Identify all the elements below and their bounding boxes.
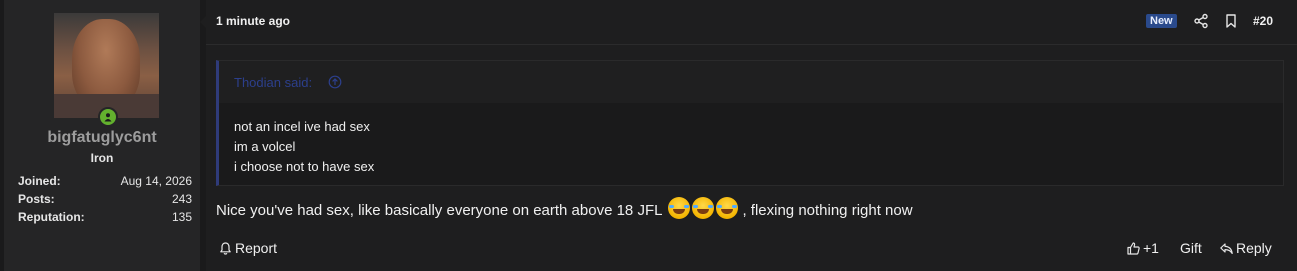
gift-label: Gift — [1180, 240, 1202, 256]
thumbs-up-icon — [1127, 241, 1140, 255]
report-label: Report — [235, 240, 278, 256]
like-button[interactable]: +1 — [1126, 240, 1159, 256]
avatar[interactable] — [54, 13, 159, 118]
emoji-group — [668, 197, 740, 219]
reply-icon — [1220, 242, 1233, 254]
quote-line: not an incel ive had sex — [234, 119, 370, 134]
rofl-emoji-icon — [716, 197, 739, 219]
quote-header: Thodian said: — [219, 61, 1283, 103]
stat-reputation: Reputation: 135 — [18, 208, 192, 226]
stat-posts: Posts: 243 — [18, 190, 192, 208]
reply-label: Reply — [1236, 240, 1272, 256]
stat-value: Aug 14, 2026 — [120, 174, 192, 188]
user-sidebar: bigfatuglyc6nt Iron Joined: Aug 14, 2026… — [4, 0, 200, 271]
like-count: +1 — [1143, 240, 1159, 256]
gift-button[interactable]: Gift — [1180, 240, 1202, 256]
stat-label: Joined: — [18, 174, 61, 188]
message-text: Nice you've had sex, like basically ever… — [216, 201, 663, 219]
post-time[interactable]: 1 minute ago — [216, 14, 290, 28]
share-icon[interactable] — [1193, 13, 1209, 29]
post-header: 1 minute ago New #20 — [206, 0, 1297, 45]
stat-value: 135 — [171, 210, 192, 224]
post-main: 1 minute ago New #20 Thodian said: not a… — [206, 0, 1297, 271]
bell-icon — [220, 241, 231, 255]
bookmark-icon[interactable] — [1223, 13, 1239, 29]
stat-label: Posts: — [18, 192, 55, 206]
rofl-emoji-icon — [668, 197, 691, 219]
stat-label: Reputation: — [18, 210, 85, 224]
quote-body: not an incel ive had sex im a volcel i c… — [234, 117, 374, 177]
post-number[interactable]: #20 — [1253, 14, 1273, 28]
stat-joined: Joined: Aug 14, 2026 — [18, 172, 192, 190]
username[interactable]: bigfatuglyc6nt — [4, 129, 200, 147]
post-footer: Report +1 Gift Reply — [206, 238, 1297, 260]
reply-button[interactable]: Reply — [1219, 240, 1272, 256]
rofl-emoji-icon — [692, 197, 715, 219]
quote-author[interactable]: Thodian said: — [234, 75, 312, 90]
go-to-quote-icon[interactable] — [328, 75, 342, 89]
post-message: Nice you've had sex, like basically ever… — [216, 197, 913, 221]
stat-value: 243 — [171, 192, 192, 206]
quote-line: im a volcel — [234, 139, 296, 154]
user-rank: Iron — [90, 151, 114, 165]
report-button[interactable]: Report — [218, 240, 277, 256]
blockquote: Thodian said: not an incel ive had sex i… — [216, 60, 1284, 186]
forum-post: bigfatuglyc6nt Iron Joined: Aug 14, 2026… — [0, 0, 1297, 271]
online-status-icon — [98, 107, 118, 127]
user-stats: Joined: Aug 14, 2026 Posts: 243 Reputati… — [18, 172, 192, 226]
new-badge: New — [1146, 14, 1177, 28]
message-text-end: , flexing nothing right now — [742, 201, 913, 219]
quote-line: i choose not to have sex — [234, 159, 375, 174]
